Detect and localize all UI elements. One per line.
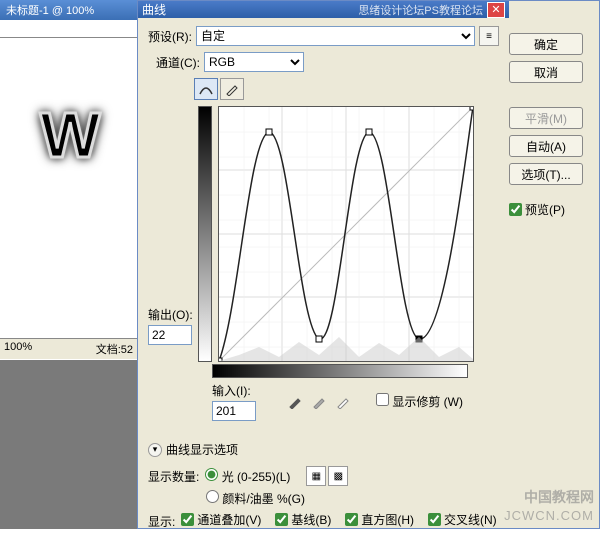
document-window: 未标题-1 @ 100% W 100% 文档:52 xyxy=(0,0,137,360)
display-options-label: 曲线显示选项 xyxy=(166,441,238,458)
doc-title: 未标题-1 @ 100% xyxy=(6,2,94,18)
output-label: 输出(O): xyxy=(148,306,193,323)
show-clipping-checkbox[interactable]: 显示修剪 (W) xyxy=(376,393,463,410)
canvas-text: W xyxy=(40,98,100,172)
watermark-url: JCWCN.COM xyxy=(504,508,594,523)
expand-icon[interactable]: ▾ xyxy=(148,443,162,457)
channel-label: 通道(C): xyxy=(156,54,200,71)
options-button[interactable]: 选项(T)... xyxy=(509,163,583,185)
grid-simple-icon[interactable]: ▦ xyxy=(306,466,326,486)
white-eyedropper-icon[interactable] xyxy=(336,395,354,409)
dialog-titlebar[interactable]: 曲线 思绪设计论坛PS教程论坛 ✕ xyxy=(138,1,509,18)
input-field[interactable] xyxy=(212,401,256,421)
canvas[interactable]: W xyxy=(0,38,137,338)
app-background xyxy=(0,360,137,529)
curves-graph[interactable] xyxy=(218,106,474,362)
cancel-button[interactable]: 取消 xyxy=(509,61,583,83)
intersection-checkbox[interactable]: 交叉线(N) xyxy=(428,511,497,528)
auto-button[interactable]: 自动(A) xyxy=(509,135,583,157)
gray-eyedropper-icon[interactable] xyxy=(312,395,330,409)
preset-menu-icon[interactable]: ≡ xyxy=(479,26,499,46)
curves-dialog: 曲线 思绪设计论坛PS教程论坛 ✕ 预设(R): 自定 ≡ 通道(C): RGB xyxy=(137,0,600,529)
grid-detail-icon[interactable]: ▩ xyxy=(328,466,348,486)
doc-size-readout: 文档:52 xyxy=(96,341,133,357)
gradient-vertical xyxy=(198,106,212,362)
pencil-tool-icon[interactable] xyxy=(220,78,244,100)
preset-label: 预设(R): xyxy=(148,28,192,45)
preset-select[interactable]: 自定 xyxy=(196,26,475,46)
doc-statusbar: 100% 文档:52 xyxy=(0,338,137,359)
channel-select[interactable]: RGB xyxy=(204,52,304,72)
gradient-horizontal xyxy=(212,364,468,378)
show-label: 显示: xyxy=(148,513,175,530)
ruler-top xyxy=(0,20,137,38)
ok-button[interactable]: 确定 xyxy=(509,33,583,55)
black-eyedropper-icon[interactable] xyxy=(288,395,306,409)
histogram-checkbox[interactable]: 直方图(H) xyxy=(345,511,414,528)
preview-checkbox[interactable]: 预览(P) xyxy=(509,201,591,218)
baseline-checkbox[interactable]: 基线(B) xyxy=(275,511,331,528)
zoom-readout: 100% xyxy=(4,341,32,357)
light-radio[interactable]: 光 (0-255)(L) xyxy=(205,468,290,485)
input-label: 输入(I): xyxy=(212,382,256,399)
watermark-text: 中国教程网 xyxy=(524,487,594,507)
pigment-radio[interactable]: 颜料/油墨 %(G) xyxy=(206,490,305,507)
close-icon[interactable]: ✕ xyxy=(487,2,505,18)
channel-overlay-checkbox[interactable]: 通道叠加(V) xyxy=(181,511,261,528)
curve-tool-icon[interactable] xyxy=(194,78,218,100)
smooth-button: 平滑(M) xyxy=(509,107,583,129)
dialog-title: 曲线 xyxy=(142,1,166,18)
doc-titlebar: 未标题-1 @ 100% xyxy=(0,0,137,20)
output-field[interactable] xyxy=(148,325,192,345)
titlebar-right-label: 思绪设计论坛PS教程论坛 xyxy=(358,2,483,18)
show-amount-label: 显示数量: xyxy=(148,468,199,485)
